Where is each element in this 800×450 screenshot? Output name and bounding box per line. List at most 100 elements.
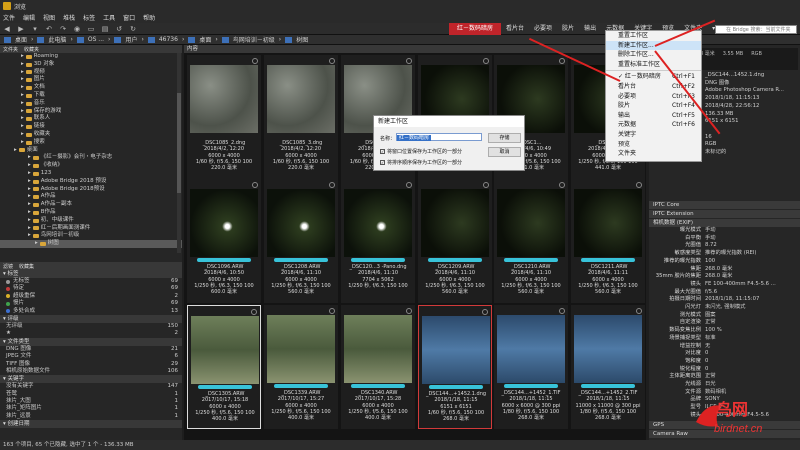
filter-row[interactable]: 相机原始数据文件 106 bbox=[0, 368, 182, 375]
menu-item[interactable]: 编辑 bbox=[23, 13, 35, 22]
expand-icon[interactable]: ▸ bbox=[21, 84, 24, 92]
metadata-section-header[interactable]: IPTC Core bbox=[649, 201, 800, 209]
thumbnail[interactable]: _DSC1208.ARW 2018/4/6, 11:10 6000 x 4000 1/… bbox=[264, 179, 338, 303]
filter-row[interactable]: ★ 2 bbox=[0, 330, 182, 337]
folder-item[interactable]: ▸ 鸟网培训－初级 bbox=[0, 232, 182, 240]
workspace-tab[interactable]: 胶片 bbox=[557, 23, 579, 35]
folder-item[interactable]: ▸ 初、中级课件 bbox=[0, 217, 182, 225]
camera-icon[interactable]: ◉ bbox=[73, 25, 81, 33]
folder-item[interactable]: ▸ A作品 bbox=[0, 193, 182, 201]
thumbnail-image[interactable] bbox=[422, 316, 490, 384]
expand-icon[interactable]: ▸ bbox=[28, 217, 31, 225]
expand-icon[interactable]: ▸ bbox=[28, 232, 31, 240]
breadcrumb-item[interactable]: 桌面 bbox=[15, 35, 27, 44]
folder-item[interactable]: ▸ 音乐 bbox=[0, 100, 182, 108]
folder-item[interactable]: ▸ 保存的游戏 bbox=[0, 108, 182, 116]
folder-item[interactable]: ▸ 联系人 bbox=[0, 115, 182, 123]
folder-item[interactable]: ▸ 红－后期画面测课件 bbox=[0, 225, 182, 233]
thumbnail[interactable]: _DSC1305.ARW 2017/10/17, 15:18 6000 x 4000… bbox=[187, 305, 261, 429]
workspace-menu-item[interactable]: 元数据 Ctrl+F6 bbox=[606, 120, 701, 130]
thumbnail-image[interactable] bbox=[267, 65, 335, 133]
thumbnail-image[interactable] bbox=[191, 316, 259, 384]
thumbnail-image[interactable] bbox=[497, 315, 565, 383]
expand-icon[interactable]: ▸ bbox=[28, 201, 31, 209]
breadcrumb-item[interactable]: 树图 bbox=[296, 35, 308, 44]
return-icon[interactable]: ↶ bbox=[45, 25, 53, 33]
expand-icon[interactable]: ▸ bbox=[21, 131, 24, 139]
expand-icon[interactable]: ▸ bbox=[21, 92, 24, 100]
folder-item[interactable]: ▸ 搜索 bbox=[0, 139, 182, 147]
metadata-section-header[interactable]: IPTC Extension bbox=[649, 210, 800, 218]
expand-icon[interactable]: ▸ bbox=[21, 115, 24, 123]
refine-icon[interactable]: ▭ bbox=[87, 25, 95, 33]
folder-scrollbar[interactable] bbox=[177, 53, 181, 253]
expand-icon[interactable]: ▸ bbox=[14, 147, 17, 155]
folder-item[interactable]: ▸ 123 bbox=[0, 170, 182, 178]
folder-item[interactable]: ▸ 树图 bbox=[0, 240, 182, 248]
filter-section-header[interactable]: ▾ 创建日期 bbox=[0, 420, 182, 429]
recent-icon[interactable]: ▾ bbox=[31, 25, 39, 33]
expand-icon[interactable]: ▸ bbox=[28, 186, 31, 194]
folder-item[interactable]: ▸ 下载 bbox=[0, 92, 182, 100]
menu-item[interactable]: 堆栈 bbox=[63, 13, 75, 22]
forward-icon[interactable]: ▶ bbox=[17, 25, 25, 33]
expand-icon[interactable]: ▸ bbox=[21, 76, 24, 84]
thumbnail[interactable]: _DSC144...+1452.1.dng 2018/1/18, 11:15 615… bbox=[418, 305, 492, 429]
breadcrumb-item[interactable]: 用户 bbox=[125, 35, 137, 44]
thumbnail[interactable]: _DSC120...3 -Pano.dng 2018/4/6, 11:10 7704… bbox=[341, 179, 415, 303]
expand-icon[interactable]: ▸ bbox=[28, 178, 31, 186]
expand-icon[interactable]: ▸ bbox=[28, 162, 31, 170]
menu-item[interactable]: 帮助 bbox=[143, 13, 155, 22]
filter-row[interactable]: 多处合成 13 bbox=[0, 308, 182, 315]
breadcrumb-item[interactable]: OS ... bbox=[88, 36, 104, 43]
rotate-right-icon[interactable]: ↻ bbox=[129, 25, 137, 33]
filter-row[interactable]: 无评级 150 bbox=[0, 323, 182, 330]
thumbnail[interactable]: _DSC1211.ARW 2018/4/6, 11:11 6000 x 4000 1/… bbox=[571, 179, 645, 303]
filter-section-header[interactable]: ▾ 标签 bbox=[0, 270, 182, 278]
folder-item[interactable]: ▸ Roaming bbox=[0, 53, 182, 61]
tab-favorites[interactable]: 收藏夹 bbox=[24, 46, 39, 53]
folder-item[interactable]: ▸ 视频 bbox=[0, 69, 182, 77]
thumbnail[interactable]: _DSC144...+1452_2.TIF 2018/1/18, 11:15 110… bbox=[571, 305, 645, 429]
thumbnail-image[interactable] bbox=[267, 315, 335, 383]
workspace-menu-item[interactable]: 胶片 Ctrl+F4 bbox=[606, 101, 701, 111]
expand-icon[interactable]: ▸ bbox=[21, 61, 24, 69]
open-icon[interactable]: ▤ bbox=[101, 25, 109, 33]
workspace-tab[interactable]: 红－数码暗房 bbox=[449, 23, 502, 35]
thumbnail-image[interactable] bbox=[497, 189, 565, 257]
filter-row[interactable]: 没有关键字 147 bbox=[0, 383, 182, 390]
tab-filter[interactable]: 滤镜 bbox=[3, 263, 13, 270]
breadcrumb-item[interactable]: 鸟网培训－初级 bbox=[233, 35, 275, 44]
folder-item[interactable]: ▸ 《收纳》 bbox=[0, 162, 182, 170]
expand-icon[interactable]: ▸ bbox=[28, 225, 31, 233]
menu-item[interactable]: 工具 bbox=[103, 13, 115, 22]
workspace-tab[interactable]: 必要项 bbox=[529, 23, 557, 35]
save-button[interactable]: 存储 bbox=[488, 133, 521, 143]
expand-icon[interactable]: ▸ bbox=[28, 170, 31, 178]
workspace-menu-item[interactable]: 文件夹 bbox=[606, 149, 701, 159]
filter-row[interactable]: 抹片_远景 1 bbox=[0, 413, 182, 420]
save-sort-order-checkbox[interactable]: ✓ 将排序顺序保存为工作区的一部分 bbox=[380, 159, 462, 166]
search-input[interactable]: 在 Bridge 搜索：当前文件夹 bbox=[715, 25, 797, 34]
breadcrumb-item[interactable]: 46736 bbox=[159, 36, 178, 43]
thumbnail[interactable]: _DSC144...+1452_1.TIF 2018/1/18, 11:15 600… bbox=[494, 305, 568, 429]
folder-item[interactable]: ▸ 《红－摄影》会刊・电子杂志 bbox=[0, 154, 182, 162]
expand-icon[interactable]: ▸ bbox=[21, 139, 24, 147]
thumbnail[interactable]: _DSC1210.ARW 2018/4/6, 11:10 6000 x 4000 1/… bbox=[494, 179, 568, 303]
filter-row[interactable]: 无标签 69 bbox=[0, 278, 182, 285]
workspace-menu-item[interactable]: 重置标准工作区 bbox=[606, 60, 701, 70]
thumbnail[interactable]: _DSC1340.ARW 2017/10/17, 15:28 6000 x 4000… bbox=[341, 305, 415, 429]
menu-item[interactable]: 文件 bbox=[3, 13, 15, 22]
tab-collections[interactable]: 收藏集 bbox=[19, 263, 34, 270]
metadata-section-header[interactable]: 相机数据 (EXIF) bbox=[649, 219, 800, 227]
thumbnail[interactable]: _DSC1339.ARW 2017/10/17, 15:27 6000 x 4000… bbox=[264, 305, 338, 429]
filter-section-header[interactable]: ▾ 评级 bbox=[0, 314, 182, 323]
boomerang-icon[interactable]: ↷ bbox=[59, 25, 67, 33]
menu-item[interactable]: 标签 bbox=[83, 13, 95, 22]
thumbnail-image[interactable] bbox=[574, 315, 642, 383]
expand-icon[interactable]: ▸ bbox=[21, 53, 24, 61]
thumbnail[interactable]: _DSC1085_3.dng 2018/4/2, 12:20 6000 x 4000… bbox=[264, 55, 338, 179]
tab-folders[interactable]: 文件夹 bbox=[3, 46, 18, 53]
filter-row[interactable]: 慢片 69 bbox=[0, 300, 182, 307]
filter-row[interactable]: TIFF 图像 29 bbox=[0, 361, 182, 368]
